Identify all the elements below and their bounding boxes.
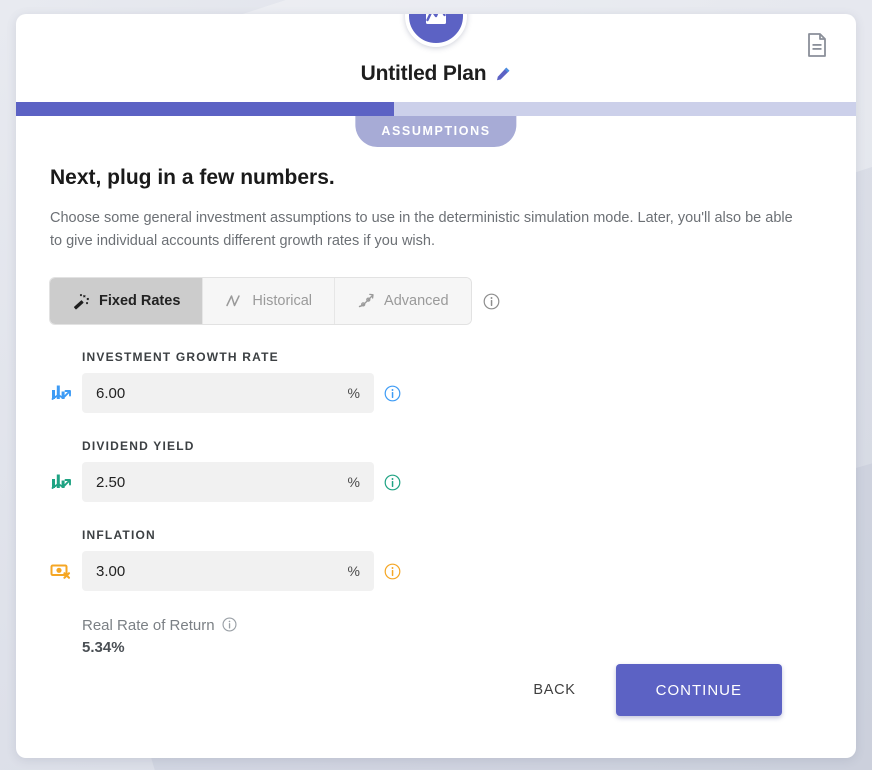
real-rate-of-return-block: Real Rate of Return 5.34% xyxy=(82,617,822,656)
page-title: Untitled Plan xyxy=(360,62,487,85)
wizard-footer: BACK CONTINUE xyxy=(517,664,782,716)
section-description: Choose some general investment assumptio… xyxy=(50,210,793,249)
field-label-investment-growth-rate: INVESTMENT GROWTH RATE xyxy=(82,350,279,364)
field-row-inflation: 3.00 % xyxy=(50,551,822,591)
trend-curve-icon xyxy=(357,292,375,310)
tab-fixed-rates[interactable]: Fixed Rates xyxy=(50,278,204,324)
field-label-dividend-yield: DIVIDEND YIELD xyxy=(82,439,195,453)
section-heading: Next, plug in a few numbers. xyxy=(50,166,335,189)
back-button[interactable]: BACK xyxy=(517,670,591,710)
info-icon-inflation[interactable] xyxy=(384,563,401,580)
input-value: 3.00 xyxy=(96,562,126,580)
continue-button[interactable]: CONTINUE xyxy=(615,664,782,716)
input-suffix: % xyxy=(347,385,360,401)
document-icon[interactable] xyxy=(804,31,830,59)
pencil-icon[interactable] xyxy=(495,66,511,82)
info-icon-real-rate[interactable] xyxy=(222,617,239,634)
card-header: Untitled Plan xyxy=(16,14,856,102)
plan-wizard-card: Untitled Plan ASSUMPTIONS Next, plug in … xyxy=(16,14,856,758)
real-rate-value: 5.34% xyxy=(82,639,125,656)
input-inflation[interactable]: 3.00 % xyxy=(82,551,374,591)
app-logo xyxy=(405,14,467,47)
status-badge: ASSUMPTIONS xyxy=(355,116,517,147)
magic-wand-icon xyxy=(72,292,90,310)
tab-label: Advanced xyxy=(384,293,449,309)
input-value: 2.50 xyxy=(96,473,126,491)
tab-label: Fixed Rates xyxy=(99,293,181,309)
info-icon-investment-growth-rate[interactable] xyxy=(384,385,401,402)
progress-bar-fill xyxy=(16,102,394,116)
real-rate-label-row: Real Rate of Return xyxy=(82,617,822,634)
input-dividend-yield[interactable]: 2.50 % xyxy=(82,462,374,502)
info-icon-dividend-yield[interactable] xyxy=(384,474,401,491)
chart-logo-icon xyxy=(421,14,451,34)
field-label-inflation: INFLATION xyxy=(82,528,156,542)
rate-mode-tabs: Fixed Rates Historical Advanced xyxy=(50,278,471,324)
bar-chart-growth-icon xyxy=(50,471,72,493)
zigzag-line-icon xyxy=(225,292,243,310)
input-suffix: % xyxy=(347,474,360,490)
real-rate-label: Real Rate of Return xyxy=(82,617,215,634)
field-row-dividend-yield: 2.50 % xyxy=(50,462,822,502)
card-content: Next, plug in a few numbers. Choose some… xyxy=(16,116,856,758)
tabs-info-icon[interactable] xyxy=(483,293,500,310)
money-decline-icon xyxy=(50,560,72,582)
tab-advanced[interactable]: Advanced xyxy=(335,278,471,324)
bar-chart-growth-icon xyxy=(50,382,72,404)
plan-title-row: Untitled Plan xyxy=(16,62,856,86)
tab-historical[interactable]: Historical xyxy=(203,278,336,324)
progress-bar xyxy=(16,102,856,116)
tab-label: Historical xyxy=(252,293,313,309)
rate-mode-tabs-row: Fixed Rates Historical Advanced xyxy=(50,278,822,324)
input-suffix: % xyxy=(347,563,360,579)
input-value: 6.00 xyxy=(96,384,126,402)
input-investment-growth-rate[interactable]: 6.00 % xyxy=(82,373,374,413)
field-row-investment-growth-rate: 6.00 % xyxy=(50,373,822,413)
